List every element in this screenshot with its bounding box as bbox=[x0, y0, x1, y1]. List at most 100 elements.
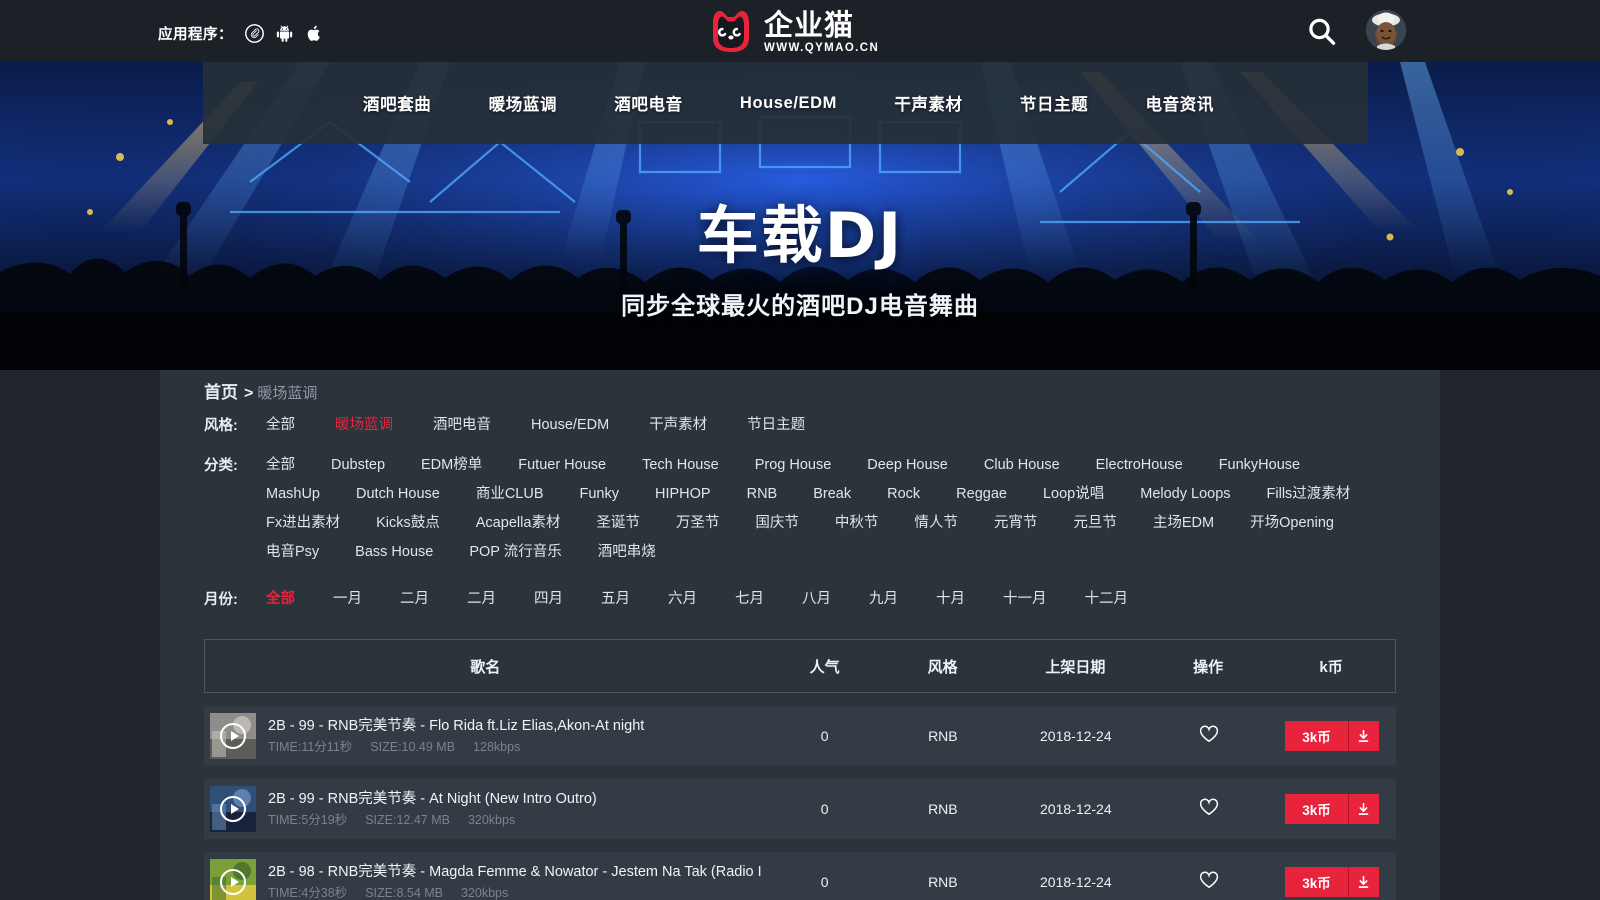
apple-icon[interactable] bbox=[305, 24, 324, 43]
coin-price-button[interactable]: 3k币 bbox=[1285, 721, 1349, 751]
filter-option[interactable]: 十二月 bbox=[1085, 588, 1129, 610]
coin-price-button[interactable]: 3k币 bbox=[1285, 794, 1349, 824]
clip-icon[interactable] bbox=[245, 24, 264, 43]
filter-option[interactable]: 暖场蓝调 bbox=[335, 414, 393, 436]
filter-option[interactable]: Fx进出素材 bbox=[266, 512, 340, 534]
song-title[interactable]: 2B - 99 - RNB完美节奏 - Flo Rida ft.Liz Elia… bbox=[268, 718, 644, 735]
filter-option[interactable]: 圣诞节 bbox=[596, 512, 640, 534]
filter-option[interactable]: Deep House bbox=[867, 454, 948, 476]
heart-icon[interactable] bbox=[1199, 871, 1219, 894]
filter-option[interactable]: 开场Opening bbox=[1250, 512, 1334, 534]
filter-option[interactable]: Tech House bbox=[642, 454, 719, 476]
filter-option[interactable]: 全部 bbox=[266, 454, 295, 476]
nav-item-holiday[interactable]: 节日主题 bbox=[1020, 91, 1088, 115]
play-icon[interactable] bbox=[220, 869, 246, 895]
song-duration: TIME:5分19秒 bbox=[268, 813, 347, 828]
filter-option[interactable]: 商业CLUB bbox=[476, 483, 544, 505]
filter-option[interactable]: 八月 bbox=[802, 588, 831, 610]
user-avatar[interactable] bbox=[1366, 10, 1406, 50]
site-logo[interactable]: 企业猫 WWW.QYMAO.CN bbox=[706, 8, 879, 54]
nav-item-bar-suites[interactable]: 酒吧套曲 bbox=[363, 91, 431, 115]
filter-option[interactable]: 十一月 bbox=[1003, 588, 1047, 610]
filter-option[interactable]: ElectroHouse bbox=[1096, 454, 1183, 476]
filter-option[interactable]: 酒吧电音 bbox=[433, 414, 491, 436]
filter-option[interactable]: 全部 bbox=[266, 414, 295, 436]
filter-option[interactable]: POP 流行音乐 bbox=[469, 541, 561, 563]
filter-option[interactable]: 七月 bbox=[735, 588, 764, 610]
filter-option[interactable]: Bass House bbox=[355, 541, 433, 563]
nav-item-vocal-assets[interactable]: 干声素材 bbox=[894, 91, 962, 115]
heart-icon[interactable] bbox=[1199, 798, 1219, 821]
table-row[interactable]: 2B - 99 - RNB完美节奏 - At Night (New Intro … bbox=[204, 779, 1396, 839]
filter-row-month: 月份: 全部一月二月二月四月五月六月七月八月九月十月十一月十二月 bbox=[204, 588, 1396, 617]
top-bar: 应用程序： bbox=[0, 0, 1600, 62]
filter-option[interactable]: Acapella素材 bbox=[476, 512, 561, 534]
filter-option[interactable]: EDM榜单 bbox=[421, 454, 482, 476]
column-header-popularity: 人气 bbox=[766, 656, 884, 677]
column-header-operation: 操作 bbox=[1149, 656, 1267, 677]
android-icon[interactable] bbox=[275, 24, 294, 43]
song-thumbnail[interactable] bbox=[210, 786, 256, 832]
filter-option[interactable]: Kicks鼓点 bbox=[376, 512, 440, 534]
filter-option[interactable]: Dubstep bbox=[331, 454, 385, 476]
filter-option[interactable]: 元旦节 bbox=[1073, 512, 1117, 534]
filter-option[interactable]: Funky bbox=[580, 483, 620, 505]
filter-option[interactable]: 二月 bbox=[400, 588, 429, 610]
nav-item-bar-edm[interactable]: 酒吧电音 bbox=[614, 91, 682, 115]
filter-option[interactable]: 情人节 bbox=[914, 512, 958, 534]
filter-option[interactable]: MashUp bbox=[266, 483, 320, 505]
nav-item-house-edm[interactable]: House/EDM bbox=[740, 94, 837, 113]
song-thumbnail[interactable] bbox=[210, 713, 256, 759]
song-date: 2018-12-24 bbox=[1002, 801, 1150, 817]
filter-option[interactable]: House/EDM bbox=[531, 414, 609, 436]
download-icon[interactable] bbox=[1349, 794, 1379, 824]
coin-price-button[interactable]: 3k币 bbox=[1285, 867, 1349, 897]
filter-option[interactable]: 万圣节 bbox=[676, 512, 720, 534]
nav-item-warmup-blues[interactable]: 暖场蓝调 bbox=[489, 91, 557, 115]
filter-option[interactable]: Club House bbox=[984, 454, 1060, 476]
filter-option[interactable]: 六月 bbox=[668, 588, 697, 610]
filter-option[interactable]: 元宵节 bbox=[994, 512, 1038, 534]
table-row[interactable]: 2B - 98 - RNB完美节奏 - Magda Femme & Nowato… bbox=[204, 852, 1396, 900]
filter-option[interactable]: Break bbox=[813, 483, 851, 505]
song-title[interactable]: 2B - 98 - RNB完美节奏 - Magda Femme & Nowato… bbox=[268, 864, 762, 881]
song-bitrate: 128kbps bbox=[473, 740, 520, 755]
filter-option[interactable]: 一月 bbox=[333, 588, 362, 610]
filter-option[interactable]: 二月 bbox=[467, 588, 496, 610]
song-title[interactable]: 2B - 99 - RNB完美节奏 - At Night (New Intro … bbox=[268, 791, 597, 808]
filter-option[interactable]: FunkyHouse bbox=[1219, 454, 1300, 476]
filter-option[interactable]: Melody Loops bbox=[1140, 483, 1230, 505]
filter-option[interactable]: 国庆节 bbox=[755, 512, 799, 534]
filter-option[interactable]: Reggae bbox=[956, 483, 1007, 505]
filter-option[interactable]: Dutch House bbox=[356, 483, 440, 505]
play-icon[interactable] bbox=[220, 796, 246, 822]
breadcrumb-home[interactable]: 首页 bbox=[204, 378, 238, 403]
heart-icon[interactable] bbox=[1199, 725, 1219, 748]
filter-option[interactable]: 九月 bbox=[869, 588, 898, 610]
filter-option[interactable]: HIPHOP bbox=[655, 483, 711, 505]
filter-option[interactable]: Loop说唱 bbox=[1043, 483, 1104, 505]
filter-option[interactable]: 四月 bbox=[534, 588, 563, 610]
download-icon[interactable] bbox=[1349, 721, 1379, 751]
filter-option[interactable]: 酒吧串烧 bbox=[598, 541, 656, 563]
download-icon[interactable] bbox=[1349, 867, 1379, 897]
filter-option[interactable]: Futuer House bbox=[518, 454, 606, 476]
filter-option[interactable]: 节日主题 bbox=[747, 414, 805, 436]
filter-block: 风格: 全部暖场蓝调酒吧电音House/EDM干声素材节日主题 分类: 全部Du… bbox=[160, 414, 1440, 617]
search-icon[interactable] bbox=[1305, 15, 1339, 49]
filter-option[interactable]: 十月 bbox=[936, 588, 965, 610]
filter-option[interactable]: 主场EDM bbox=[1153, 512, 1214, 534]
filter-option[interactable]: 电音Psy bbox=[266, 541, 319, 563]
filter-option[interactable]: Fills过渡素材 bbox=[1267, 483, 1351, 505]
nav-item-news[interactable]: 电音资讯 bbox=[1146, 91, 1214, 115]
filter-option[interactable]: Rock bbox=[887, 483, 920, 505]
filter-option[interactable]: 干声素材 bbox=[649, 414, 707, 436]
filter-option[interactable]: 中秋节 bbox=[835, 512, 879, 534]
filter-option[interactable]: 五月 bbox=[601, 588, 630, 610]
filter-option[interactable]: RNB bbox=[747, 483, 778, 505]
filter-option[interactable]: Prog House bbox=[755, 454, 832, 476]
song-thumbnail[interactable] bbox=[210, 859, 256, 900]
play-icon[interactable] bbox=[220, 723, 246, 749]
filter-option[interactable]: 全部 bbox=[266, 588, 295, 610]
table-row[interactable]: 2B - 99 - RNB完美节奏 - Flo Rida ft.Liz Elia… bbox=[204, 706, 1396, 766]
